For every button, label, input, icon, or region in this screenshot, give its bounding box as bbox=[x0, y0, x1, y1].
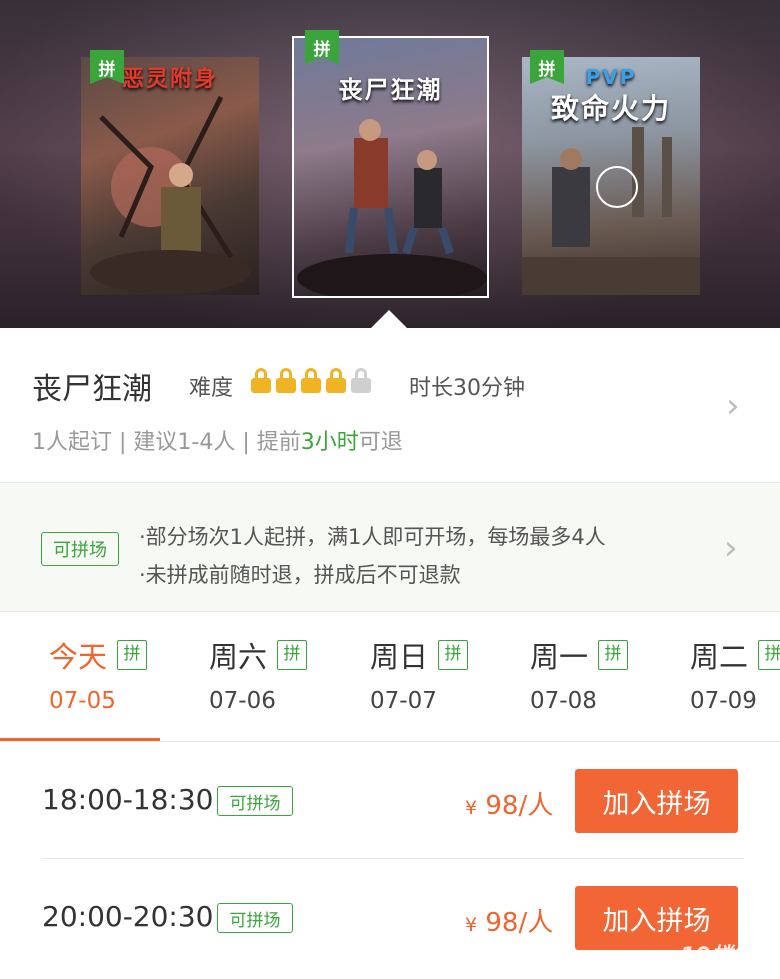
selected-poster-caret bbox=[371, 310, 407, 328]
pin-tag: 拼 bbox=[598, 640, 629, 670]
currency-symbol: ¥ bbox=[465, 797, 478, 819]
poster-death-fire[interactable]: PVP 致命火力 bbox=[522, 57, 700, 295]
difficulty-label: 难度 bbox=[189, 376, 234, 401]
poster-carousel[interactable]: 恶灵附身 丧尸狂潮 PVP 致命火力 拼 拼 拼 bbox=[0, 0, 780, 328]
tab-day-mon[interactable]: 周一拼 07-08 bbox=[530, 634, 629, 714]
lock-icon bbox=[301, 368, 321, 394]
day-date: 07-07 bbox=[370, 688, 437, 714]
slot-price: ¥ 98/人 bbox=[465, 785, 553, 822]
tab-day-sun[interactable]: 周日拼 07-07 bbox=[370, 634, 469, 714]
day-name: 周六 bbox=[209, 640, 268, 674]
lock-icon bbox=[251, 368, 271, 394]
lock-icon bbox=[276, 368, 296, 394]
slot-group-tag: 可拼场 bbox=[217, 903, 293, 933]
poster-title: 丧尸狂潮 bbox=[338, 76, 443, 104]
day-name: 周日 bbox=[370, 640, 429, 674]
group-tag: 可拼场 bbox=[41, 532, 119, 566]
price-value: 98/人 bbox=[485, 908, 554, 938]
tab-day-today[interactable]: 今天拼 07-05 bbox=[49, 634, 148, 714]
divider bbox=[0, 741, 780, 742]
poster-title: 致命火力 bbox=[550, 92, 671, 125]
pin-tag: 拼 bbox=[277, 640, 308, 670]
day-date: 07-05 bbox=[49, 688, 116, 714]
slot-price: ¥ 98/人 bbox=[465, 902, 553, 939]
tab-day-tue-clip: 周二拼 07-09 bbox=[690, 634, 780, 734]
watermark: 19楼 bbox=[680, 944, 733, 969]
refund-hours: 3小时 bbox=[300, 430, 359, 455]
price-value: 98/人 bbox=[485, 791, 554, 821]
divider bbox=[42, 858, 744, 859]
booking-suffix: 可退 bbox=[358, 430, 403, 455]
day-name: 周一 bbox=[530, 640, 589, 674]
difficulty-locks bbox=[251, 368, 371, 394]
poster-zombie-tide[interactable]: 丧尸狂潮 bbox=[292, 36, 489, 298]
slot-time: 18:00-18:30 bbox=[42, 783, 214, 816]
pin-tag: 拼 bbox=[117, 640, 148, 670]
currency-symbol: ¥ bbox=[465, 914, 478, 936]
tab-day-tue[interactable]: 周二拼 07-09 bbox=[690, 634, 780, 714]
pin-tag: 拼 bbox=[758, 640, 780, 670]
join-group-button[interactable]: 加入拼场 bbox=[575, 769, 738, 833]
day-date: 07-08 bbox=[530, 688, 597, 714]
game-title: 丧尸狂潮 bbox=[32, 372, 152, 407]
slot-time: 20:00-20:30 bbox=[42, 900, 214, 933]
chevron-right-icon[interactable]: › bbox=[724, 528, 738, 568]
group-note: ·未拼成前随时退，拼成后不可退款 bbox=[139, 563, 461, 587]
chevron-right-icon[interactable]: › bbox=[726, 386, 740, 426]
day-date: 07-09 bbox=[690, 688, 757, 714]
poster-evil-within[interactable]: 恶灵附身 bbox=[81, 57, 259, 295]
booking-prefix: 1人起订 | 建议1-4人 | 提前 bbox=[32, 430, 301, 455]
group-note: ·部分场次1人起拼，满1人即可开场，每场最多4人 bbox=[139, 525, 606, 549]
lock-icon bbox=[326, 368, 346, 394]
slot-group-tag: 可拼场 bbox=[217, 786, 293, 816]
tab-day-sat[interactable]: 周六拼 07-06 bbox=[209, 634, 308, 714]
day-name: 周二 bbox=[690, 640, 749, 674]
day-date: 07-06 bbox=[209, 688, 276, 714]
day-name: 今天 bbox=[49, 640, 108, 674]
duration: 时长30分钟 bbox=[409, 376, 525, 401]
group-notes: ·部分场次1人起拼，满1人即可开场，每场最多4人 ·未拼成前随时退，拼成后不可退… bbox=[139, 518, 606, 594]
lock-icon bbox=[351, 368, 371, 394]
booking-info: 1人起订 | 建议1-4人 | 提前3小时可退 bbox=[32, 424, 403, 456]
pin-tag: 拼 bbox=[438, 640, 469, 670]
